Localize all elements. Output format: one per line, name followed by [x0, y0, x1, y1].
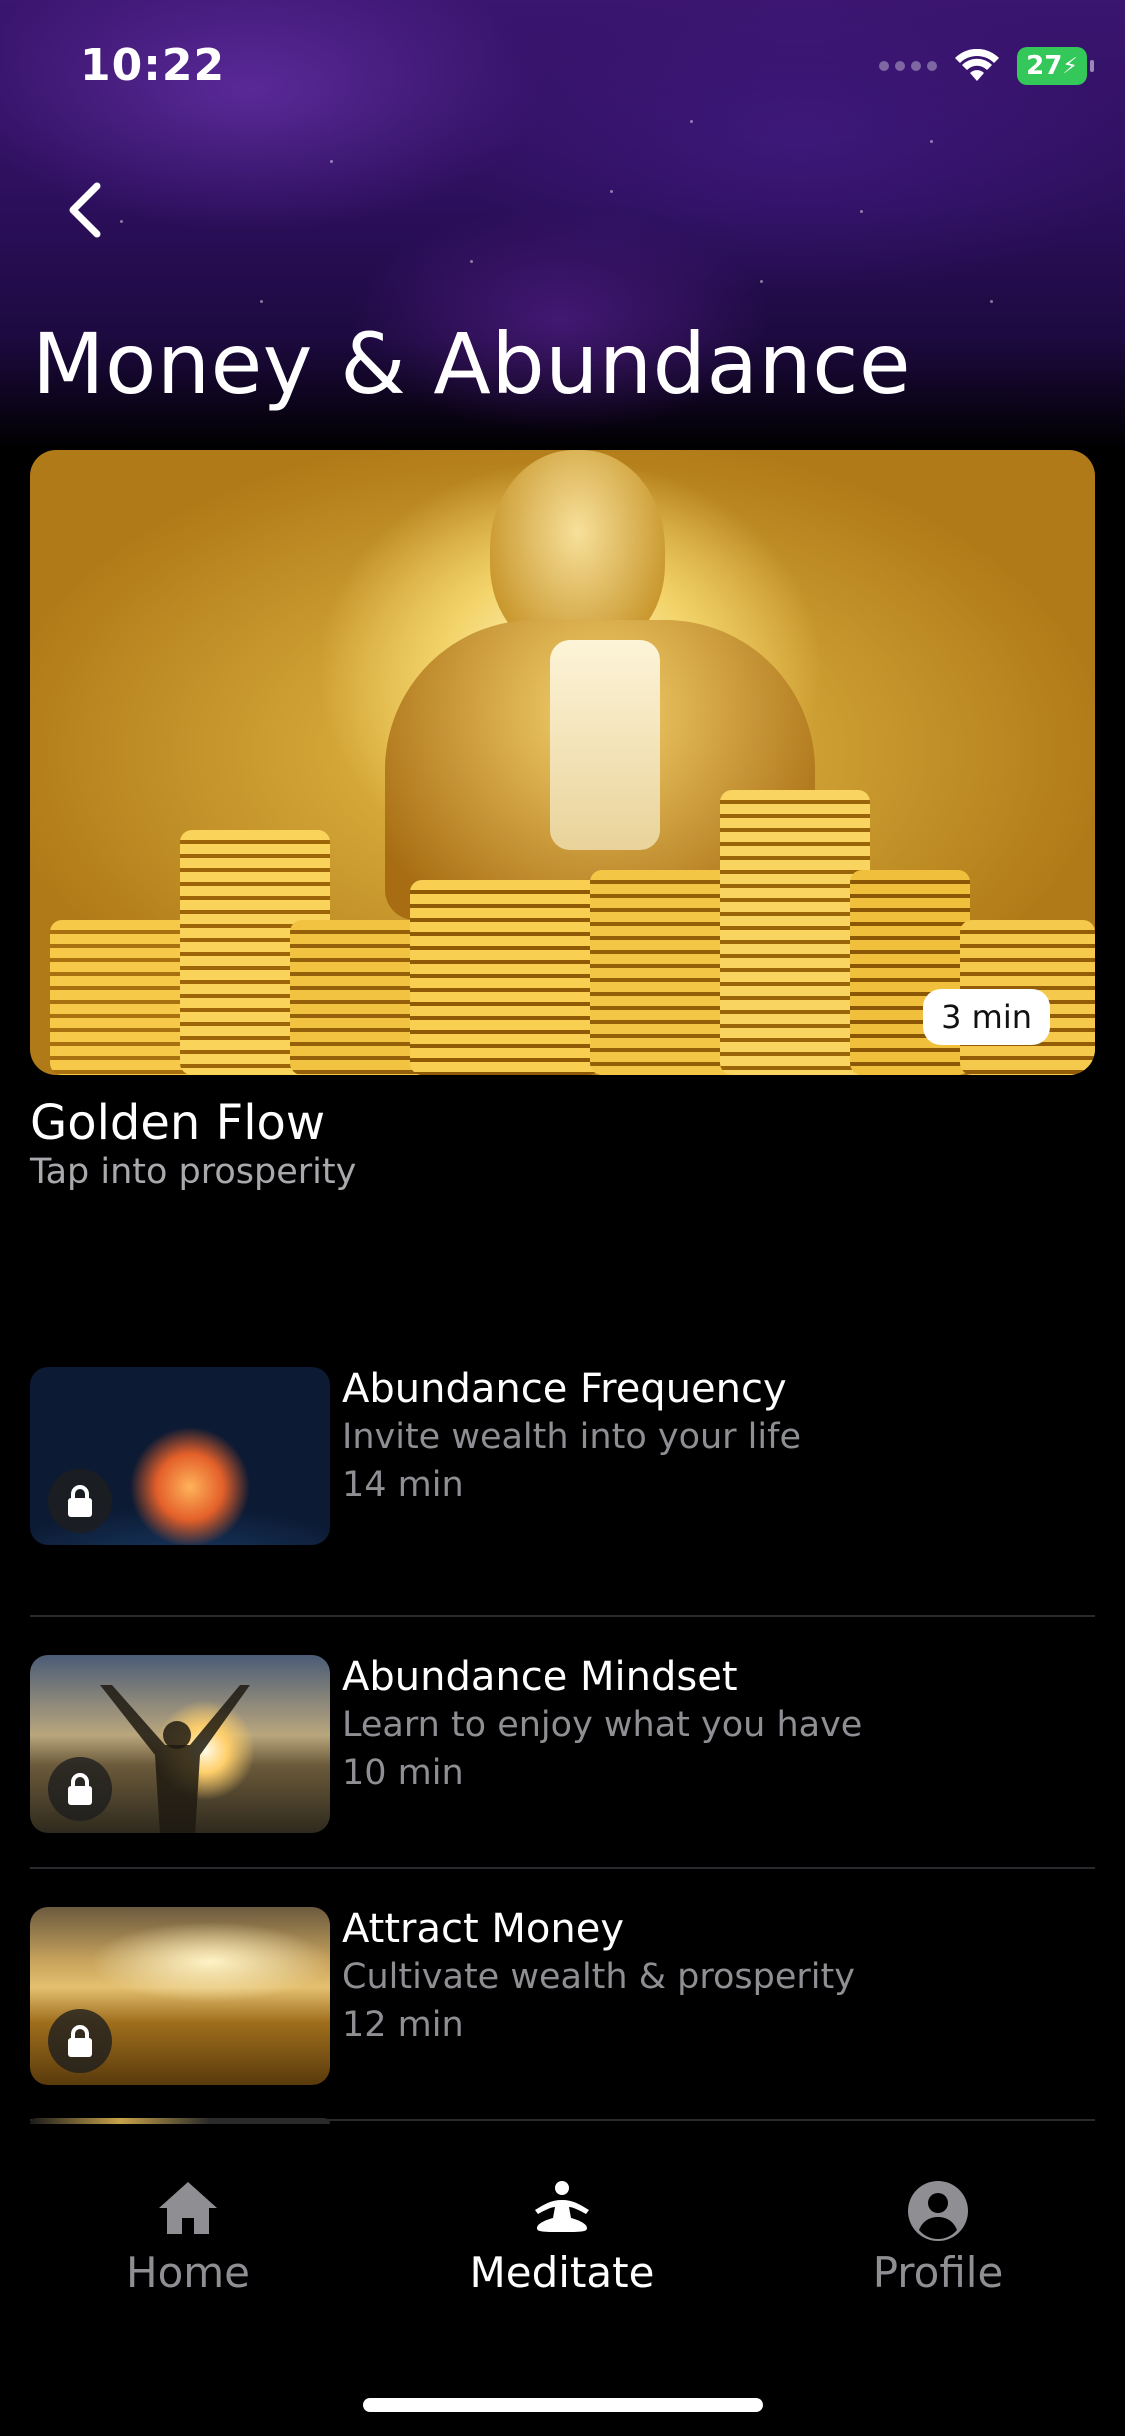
battery-level: 27	[1026, 51, 1063, 81]
featured-meditation-card[interactable]: 3 min	[30, 450, 1095, 1075]
tab-profile-label: Profile	[872, 2248, 1004, 2297]
lock-icon	[48, 1757, 112, 1821]
wifi-icon	[955, 49, 999, 81]
meditation-list: Abundance Frequency Invite wealth into y…	[30, 1365, 1095, 2121]
meditation-thumbnail	[30, 1367, 330, 1545]
status-icons: 27 ⚡	[879, 46, 1094, 86]
lock-icon	[48, 1469, 112, 1533]
list-item-title: Attract Money	[342, 1906, 624, 1952]
meditation-thumbnail	[30, 1907, 330, 2085]
list-item-title: Abundance Mindset	[342, 1654, 738, 1700]
back-button[interactable]	[50, 170, 120, 250]
list-item-duration: 14 min	[342, 1465, 464, 1505]
person-silhouette	[100, 1685, 250, 1833]
tab-meditate-label: Meditate	[469, 2248, 655, 2297]
featured-duration-badge: 3 min	[923, 989, 1050, 1045]
partial-thumbnail	[30, 2118, 330, 2124]
lock-icon	[48, 2009, 112, 2073]
page-title: Money & Abundance	[32, 315, 912, 413]
list-item-subtitle: Invite wealth into your life	[342, 1417, 801, 1457]
list-item-subtitle: Cultivate wealth & prosperity	[342, 1957, 855, 1997]
list-item[interactable]: Abundance Mindset Learn to enjoy what yo…	[30, 1617, 1095, 1869]
meditation-thumbnail	[30, 1655, 330, 1833]
profile-icon	[908, 2181, 968, 2241]
home-icon	[159, 2182, 217, 2234]
featured-title: Golden Flow	[30, 1095, 326, 1151]
tab-home[interactable]: Home	[58, 2180, 318, 2297]
tab-profile[interactable]: Profile	[808, 2180, 1068, 2297]
home-indicator	[363, 2398, 763, 2412]
list-item-duration: 10 min	[342, 1753, 464, 1793]
list-item-duration: 12 min	[342, 2005, 464, 2045]
list-item-title: Abundance Frequency	[342, 1366, 787, 1412]
meditate-icon	[535, 2181, 589, 2232]
featured-subtitle: Tap into prosperity	[30, 1152, 357, 1192]
cellular-dots-icon	[879, 61, 937, 71]
list-item-subtitle: Learn to enjoy what you have	[342, 1705, 863, 1745]
list-item[interactable]: Attract Money Cultivate wealth & prosper…	[30, 1869, 1095, 2121]
chevron-left-icon	[69, 182, 101, 238]
tab-home-label: Home	[125, 2248, 251, 2297]
battery-charging-icon: 27 ⚡	[1017, 47, 1094, 85]
tab-meditate[interactable]: Meditate	[432, 2180, 692, 2297]
list-item[interactable]: Abundance Frequency Invite wealth into y…	[30, 1365, 1095, 1617]
status-time: 10:22	[80, 40, 226, 91]
